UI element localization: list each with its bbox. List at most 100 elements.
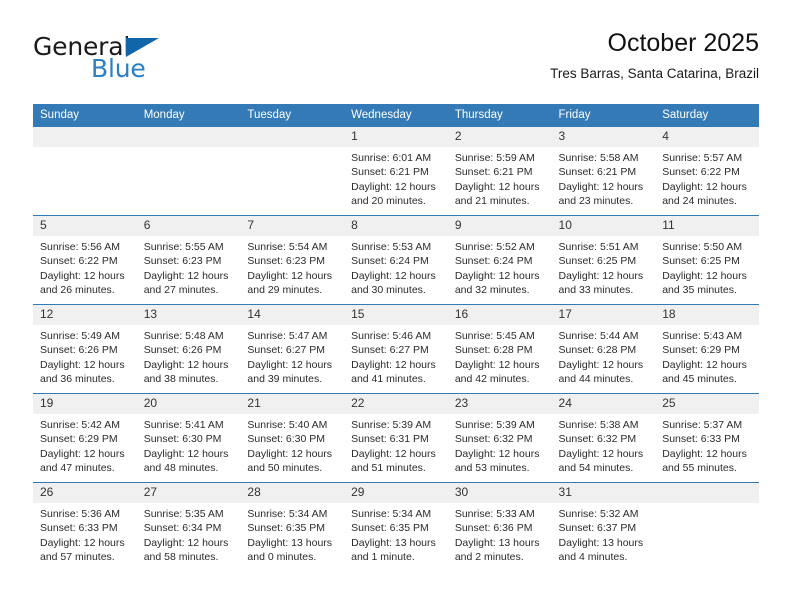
calendar-day-cell[interactable]: 27 Sunrise: 5:35 AM Sunset: 6:34 PM Dayligh… [136, 482, 241, 571]
calendar-day-cell[interactable]: 23 Sunrise: 5:39 AM Sunset: 6:32 PM Dayligh… [447, 393, 552, 483]
day-details: Sunrise: 5:51 AM Sunset: 6:25 PM Daylight:… [552, 236, 656, 297]
sunrise-text: Sunrise: 6:01 AM [351, 152, 432, 164]
sunrise-text: Sunrise: 5:47 AM [247, 330, 328, 342]
calendar-week-row: 12 Sunrise: 5:49 AM Sunset: 6:26 PM Dayligh… [33, 304, 759, 394]
daylight-text-cont: and 2 minutes. [454, 550, 524, 563]
daylight-text: Daylight: 12 hours [662, 447, 747, 460]
day-number: 20 [136, 394, 241, 414]
calendar-day-cell[interactable]: 17 Sunrise: 5:44 AM Sunset: 6:28 PM Dayligh… [551, 304, 656, 394]
sunset-text: Sunset: 6:29 PM [40, 433, 118, 446]
calendar-day-cell[interactable]: 31 Sunrise: 5:32 AM Sunset: 6:37 PM Dayligh… [551, 482, 656, 571]
daylight-text: Daylight: 12 hours [143, 358, 229, 371]
daylight-text: Daylight: 12 hours [40, 358, 125, 371]
calendar-day-cell[interactable]: 2 Sunrise: 5:59 AM Sunset: 6:21 PM Daylight… [447, 126, 552, 216]
sunrise-text: Sunrise: 5:53 AM [351, 241, 432, 253]
calendar-day-cell[interactable]: 20 Sunrise: 5:41 AM Sunset: 6:30 PM Dayligh… [136, 393, 241, 483]
calendar-week-row: 26 Sunrise: 5:36 AM Sunset: 6:33 PM Dayligh… [33, 482, 759, 571]
calendar-day-cell[interactable]: 14 Sunrise: 5:47 AM Sunset: 6:27 PM Dayligh… [240, 304, 345, 394]
day-details: Sunrise: 5:37 AM Sunset: 6:33 PM Daylight:… [655, 414, 759, 475]
calendar-day-cell[interactable]: 21 Sunrise: 5:40 AM Sunset: 6:30 PM Dayligh… [240, 393, 345, 483]
sunset-text: Sunset: 6:23 PM [247, 255, 326, 268]
daylight-text-cont: and 20 minutes. [351, 194, 426, 207]
day-details: Sunrise: 6:01 AM Sunset: 6:21 PM Daylight:… [344, 147, 448, 208]
sunset-text: Sunset: 6:36 PM [454, 522, 533, 535]
calendar-day-cell[interactable]: 18 Sunrise: 5:43 AM Sunset: 6:29 PM Dayligh… [655, 304, 759, 394]
day-details: Sunrise: 5:35 AM Sunset: 6:34 PM Daylight:… [137, 503, 241, 564]
sunrise-text: Sunrise: 5:34 AM [247, 508, 328, 520]
calendar-day-cell[interactable]: 7 Sunrise: 5:54 AM Sunset: 6:23 PM Daylight… [240, 215, 345, 305]
day-number [655, 483, 759, 503]
calendar-day-cell[interactable]: 11 Sunrise: 5:50 AM Sunset: 6:25 PM Dayligh… [655, 215, 759, 305]
sunrise-text: Sunrise: 5:33 AM [454, 508, 535, 520]
calendar-day-cell[interactable]: 25 Sunrise: 5:37 AM Sunset: 6:33 PM Dayligh… [655, 393, 759, 483]
daylight-text: Daylight: 12 hours [454, 269, 540, 282]
daylight-text-cont: and 44 minutes. [558, 372, 634, 385]
calendar-table: Sunday Monday Tuesday Wednesday Thursday… [33, 104, 759, 571]
calendar-day-cell[interactable]: 28 Sunrise: 5:34 AM Sunset: 6:35 PM Dayligh… [240, 482, 345, 571]
sunrise-text: Sunrise: 5:51 AM [558, 241, 639, 253]
weekday-header-friday: Friday [551, 104, 656, 127]
calendar-day-cell[interactable]: 10 Sunrise: 5:51 AM Sunset: 6:25 PM Dayligh… [551, 215, 656, 305]
day-number: 11 [655, 216, 759, 236]
calendar-day-cell[interactable]: 12 Sunrise: 5:49 AM Sunset: 6:26 PM Dayligh… [33, 304, 137, 394]
sunrise-text: Sunrise: 5:43 AM [662, 330, 743, 342]
calendar-day-cell[interactable]: 24 Sunrise: 5:38 AM Sunset: 6:32 PM Dayligh… [551, 393, 656, 483]
sunset-text: Sunset: 6:27 PM [351, 344, 429, 357]
sunrise-text: Sunrise: 5:45 AM [454, 330, 535, 342]
day-number: 22 [344, 394, 448, 414]
calendar-day-cell[interactable]: 29 Sunrise: 5:34 AM Sunset: 6:35 PM Dayligh… [344, 482, 448, 571]
day-number: 28 [240, 483, 345, 503]
daylight-text: Daylight: 13 hours [454, 536, 540, 549]
day-details: Sunrise: 5:53 AM Sunset: 6:24 PM Daylight:… [344, 236, 448, 297]
calendar-day-cell[interactable]: 22 Sunrise: 5:39 AM Sunset: 6:31 PM Dayligh… [344, 393, 448, 483]
day-number: 25 [655, 394, 759, 414]
calendar-day-cell[interactable]: 8 Sunrise: 5:53 AM Sunset: 6:24 PM Daylight… [344, 215, 448, 305]
sunrise-text: Sunrise: 5:42 AM [40, 419, 120, 431]
day-number: 24 [551, 394, 656, 414]
calendar-day-cell[interactable]: 3 Sunrise: 5:58 AM Sunset: 6:21 PM Daylight… [551, 126, 656, 216]
day-details: Sunrise: 5:50 AM Sunset: 6:25 PM Daylight:… [655, 236, 759, 297]
calendar-day-cell[interactable]: 26 Sunrise: 5:36 AM Sunset: 6:33 PM Dayligh… [33, 482, 137, 571]
daylight-text-cont: and 57 minutes. [40, 550, 115, 563]
daylight-text: Daylight: 12 hours [40, 536, 125, 549]
daylight-text-cont: and 33 minutes. [558, 283, 634, 296]
weekday-header-wednesday: Wednesday [344, 104, 448, 127]
day-number: 10 [551, 216, 656, 236]
day-number: 8 [344, 216, 448, 236]
calendar-day-cell[interactable]: 16 Sunrise: 5:45 AM Sunset: 6:28 PM Dayligh… [447, 304, 552, 394]
sunset-text: Sunset: 6:22 PM [40, 255, 118, 268]
calendar-day-cell[interactable]: 9 Sunrise: 5:52 AM Sunset: 6:24 PM Daylight… [447, 215, 552, 305]
daylight-text-cont: and 47 minutes. [40, 461, 115, 474]
daylight-text: Daylight: 12 hours [40, 269, 125, 282]
calendar-day-cell[interactable]: 13 Sunrise: 5:48 AM Sunset: 6:26 PM Dayligh… [136, 304, 241, 394]
calendar-week-row: 19 Sunrise: 5:42 AM Sunset: 6:29 PM Dayligh… [33, 393, 759, 483]
daylight-text-cont: and 50 minutes. [247, 461, 323, 474]
calendar-day-cell[interactable]: 6 Sunrise: 5:55 AM Sunset: 6:23 PM Daylight… [136, 215, 241, 305]
calendar-body: 1 Sunrise: 6:01 AM Sunset: 6:21 PM Daylight… [33, 126, 759, 571]
calendar-day-cell[interactable]: 4 Sunrise: 5:57 AM Sunset: 6:22 PM Daylight… [655, 126, 759, 216]
day-number [33, 127, 137, 147]
calendar-day-cell[interactable]: 1 Sunrise: 6:01 AM Sunset: 6:21 PM Daylight… [344, 126, 448, 216]
day-number: 3 [551, 127, 656, 147]
day-number: 15 [344, 305, 448, 325]
daylight-text-cont: and 29 minutes. [247, 283, 323, 296]
day-details: Sunrise: 5:58 AM Sunset: 6:21 PM Daylight:… [552, 147, 656, 208]
weekday-header-saturday: Saturday [655, 104, 759, 127]
sunrise-text: Sunrise: 5:55 AM [143, 241, 224, 253]
day-number: 30 [447, 483, 552, 503]
day-number: 31 [551, 483, 656, 503]
daylight-text-cont: and 48 minutes. [143, 461, 219, 474]
calendar-day-cell[interactable]: 5 Sunrise: 5:56 AM Sunset: 6:22 PM Daylight… [33, 215, 137, 305]
sunset-text: Sunset: 6:21 PM [454, 166, 533, 179]
calendar-day-cell[interactable]: 30 Sunrise: 5:33 AM Sunset: 6:36 PM Dayligh… [447, 482, 552, 571]
calendar-day-cell[interactable]: 19 Sunrise: 5:42 AM Sunset: 6:29 PM Dayligh… [33, 393, 137, 483]
daylight-text-cont: and 30 minutes. [351, 283, 426, 296]
calendar-day-cell[interactable]: 15 Sunrise: 5:46 AM Sunset: 6:27 PM Dayligh… [344, 304, 448, 394]
day-details: Sunrise: 5:36 AM Sunset: 6:33 PM Daylight:… [33, 503, 137, 564]
day-details: Sunrise: 5:45 AM Sunset: 6:28 PM Daylight:… [448, 325, 552, 386]
day-number [136, 127, 241, 147]
day-number: 26 [33, 483, 137, 503]
daylight-text-cont: and 21 minutes. [454, 194, 530, 207]
daylight-text: Daylight: 12 hours [454, 447, 540, 460]
day-number: 18 [655, 305, 759, 325]
